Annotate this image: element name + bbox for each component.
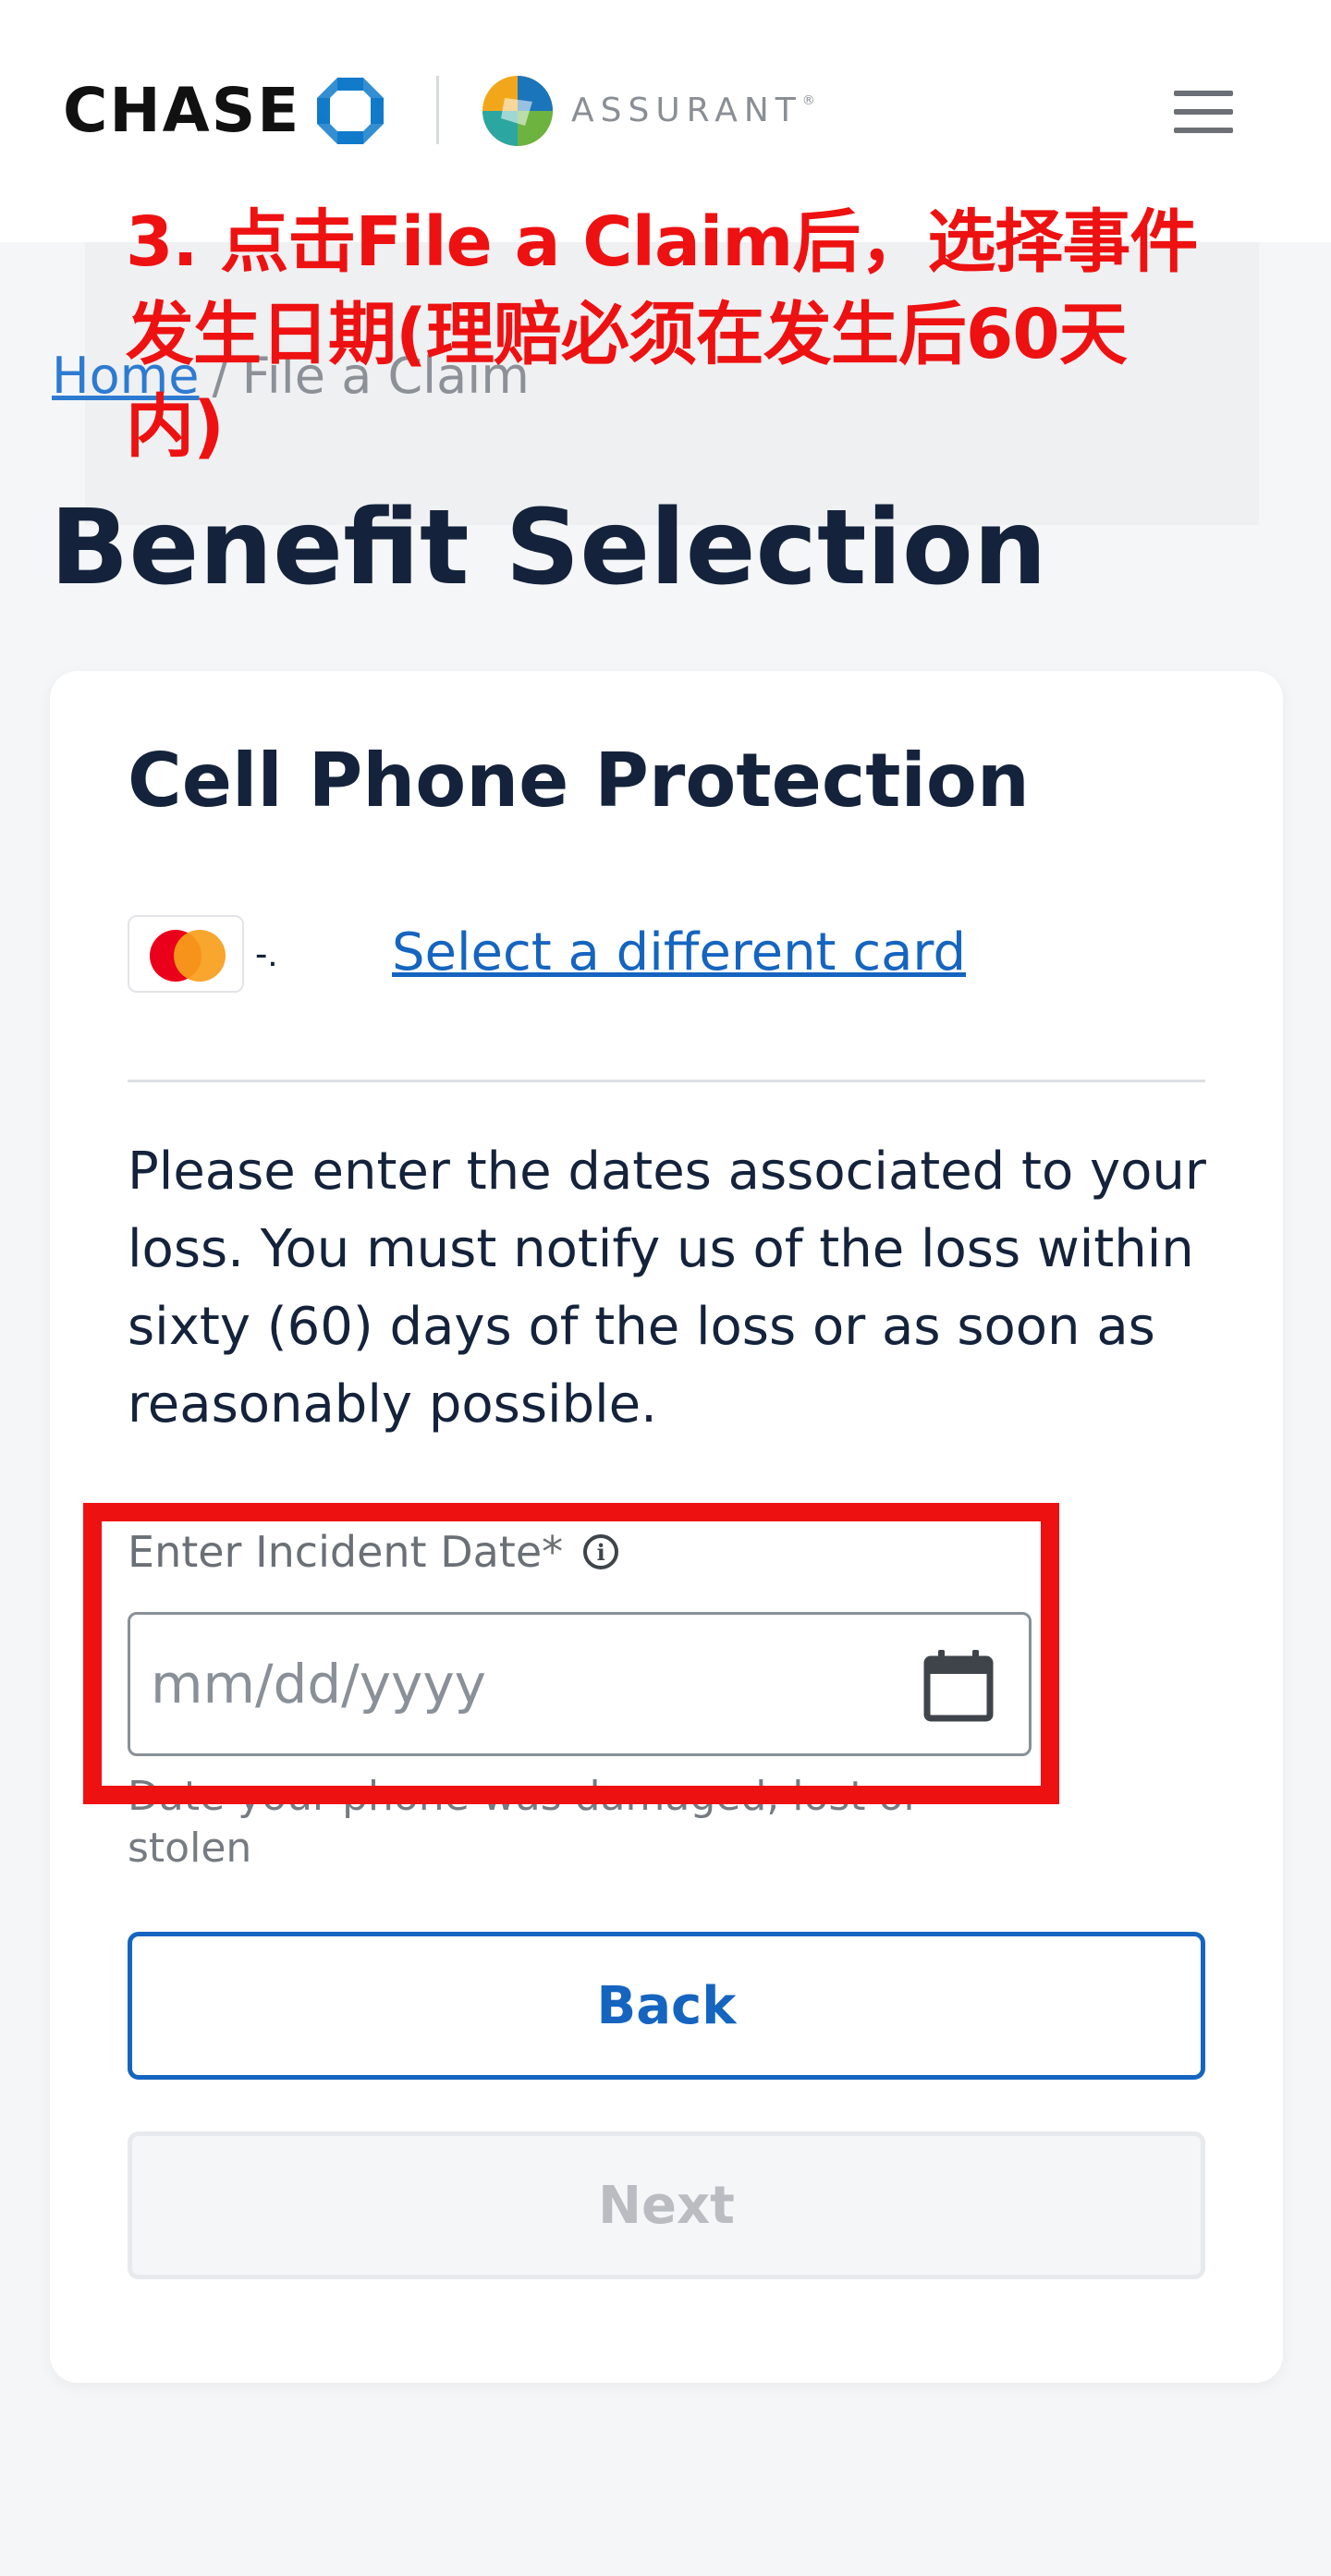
registered-mark: ® <box>801 93 815 108</box>
incident-date-field[interactable] <box>128 1612 1032 1756</box>
assurant-name: ASSURANT <box>571 92 802 129</box>
back-button[interactable]: Back <box>128 1932 1205 2080</box>
mastercard-icon <box>128 915 244 993</box>
chase-logo[interactable]: CHASE <box>63 74 385 148</box>
chase-octagon-icon <box>317 78 385 144</box>
calendar-icon[interactable] <box>922 1648 995 1724</box>
page-title: Benefit Selection <box>50 488 1047 608</box>
mastercard-orange-circle <box>174 930 226 982</box>
incident-date-input[interactable] <box>151 1642 890 1726</box>
incident-date-label: Enter Incident Date* i <box>128 1527 619 1577</box>
incident-date-label-text: Enter Incident Date* <box>128 1527 564 1577</box>
select-different-card-link[interactable]: Select a different card <box>392 922 966 983</box>
assurant-logo[interactable]: ASSURANT® <box>481 74 815 148</box>
menu-bar <box>1174 109 1233 115</box>
loss-instructions: Please enter the dates associated to you… <box>128 1141 1206 1435</box>
menu-bar <box>1174 128 1233 133</box>
logo-divider <box>436 76 439 144</box>
assurant-mark-icon <box>482 76 553 146</box>
next-button[interactable]: Next <box>128 2131 1205 2279</box>
card-divider <box>128 1080 1205 1082</box>
menu-bar <box>1174 91 1233 96</box>
incident-date-help-text: Date your phone was damaged, lost or sto… <box>128 1773 921 1872</box>
masked-card-number: -. <box>255 934 278 974</box>
benefit-title: Cell Phone Protection <box>128 738 1030 824</box>
claim-card: Cell Phone Protection -. Select a differ… <box>50 671 1283 2383</box>
hamburger-menu-icon[interactable] <box>1174 91 1233 133</box>
assurant-wordmark: ASSURANT® <box>571 94 815 128</box>
info-icon[interactable]: i <box>583 1534 619 1569</box>
chase-wordmark: CHASE <box>63 75 301 146</box>
red-annotation-text: 3. 点击File a Claim后，选择事件发生日期(理赔必须在发生后60天内… <box>126 202 1198 467</box>
